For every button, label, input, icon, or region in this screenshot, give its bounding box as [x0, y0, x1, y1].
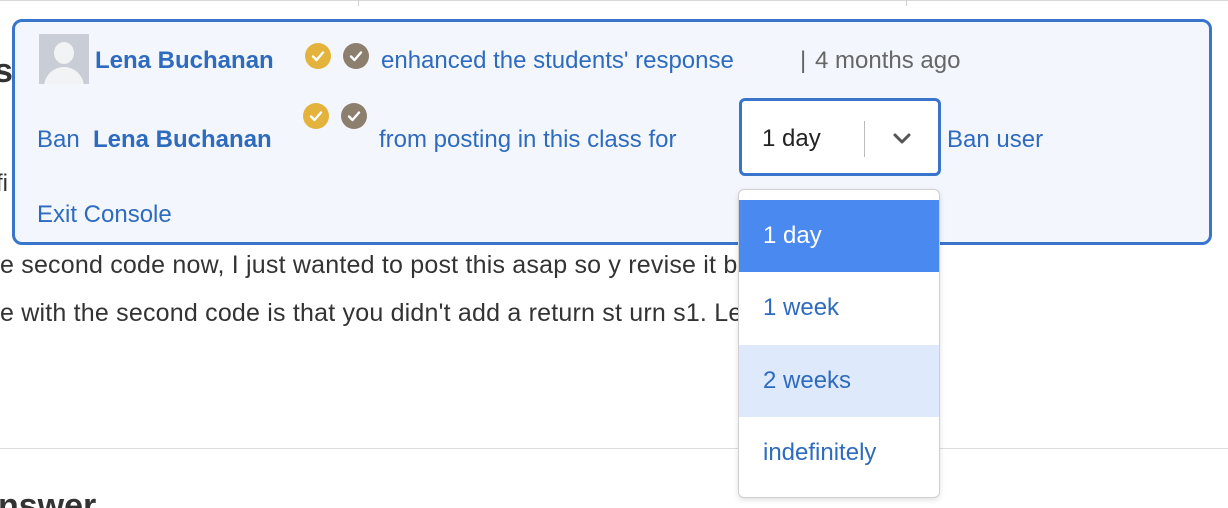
exit-console-link[interactable]: Exit Console	[37, 201, 172, 229]
background-heading-fragment: s	[0, 52, 13, 90]
dropdown-option-indefinitely[interactable]: indefinitely	[739, 417, 939, 489]
ban-duration-value: 1 day	[762, 125, 821, 152]
moderation-console: Lena Buchanan enhanced the students' res…	[12, 19, 1212, 245]
user-name-link[interactable]: Lena Buchanan	[95, 47, 274, 75]
verified-check-icon	[343, 43, 369, 69]
ban-prefix-label: Ban	[37, 126, 80, 153]
background-text-fragment: fi	[0, 170, 8, 197]
verified-check-icon	[341, 103, 367, 129]
dropdown-option-1-day[interactable]: 1 day	[739, 200, 939, 272]
endorsed-check-icon	[303, 103, 329, 129]
dropdown-option-1-week[interactable]: 1 week	[739, 272, 939, 344]
ban-duration-select[interactable]: 1 day	[739, 98, 941, 176]
ban-user-name: Lena Buchanan	[93, 126, 272, 153]
top-divider	[0, 0, 1228, 1]
chevron-down-icon[interactable]	[888, 125, 916, 153]
separator: |	[800, 47, 807, 74]
avatar	[39, 34, 89, 84]
select-separator	[864, 121, 865, 157]
ban-user-button[interactable]: Ban user	[947, 126, 1043, 154]
timestamp: 4 months ago	[815, 47, 961, 74]
top-tick	[906, 0, 907, 6]
action-text: enhanced the students' response	[381, 47, 734, 74]
dropdown-option-2-weeks[interactable]: 2 weeks	[739, 345, 939, 417]
ban-description-text: from posting in this class for	[379, 126, 677, 153]
ban-duration-dropdown: 1 day 1 week 2 weeks indefinitely	[738, 189, 940, 498]
top-tick	[358, 0, 359, 6]
section-heading: nswer	[0, 487, 97, 508]
section-divider	[0, 448, 1228, 449]
endorsed-check-icon	[305, 43, 331, 69]
